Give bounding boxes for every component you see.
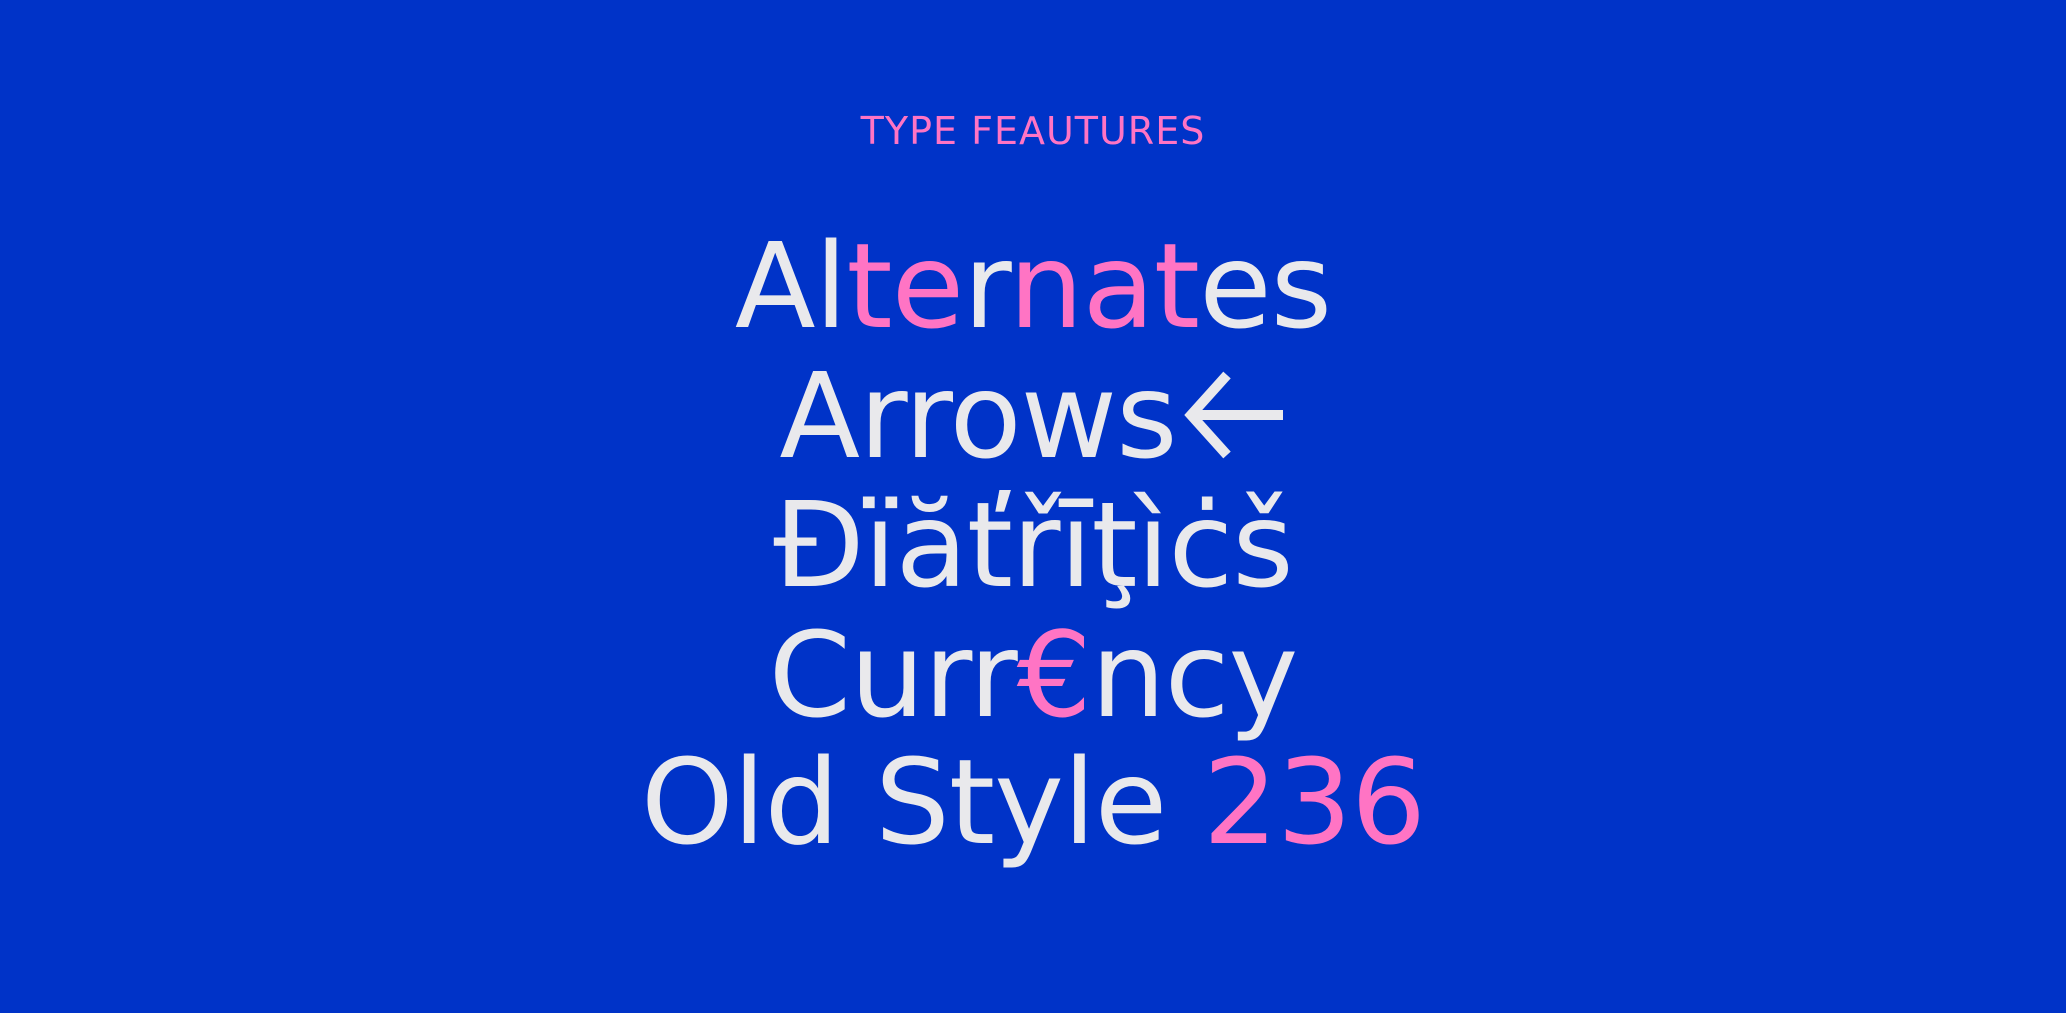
specimen-line-old-style: Old Style 236 (0, 738, 2066, 866)
old-style-numerals: 236 (1202, 733, 1426, 871)
old-style-words: Old Style (640, 733, 1203, 871)
alternates-segment-5-highlight: at (1082, 217, 1200, 355)
type-features-slide: TYPE FEAUTURES Alternates Arrows Đïăťřīţ… (0, 0, 2066, 1013)
alternates-segment-2-highlight: te (846, 217, 964, 355)
euro-sign-highlight: € (1016, 606, 1092, 744)
currency-segment-1: Curr (768, 606, 1018, 744)
alternates-segment-6: es (1199, 217, 1332, 355)
specimen-line-diacritics: Đïăťřīţìċš (0, 481, 2066, 609)
alternates-segment-1: Al (734, 217, 848, 355)
specimen-line-alternates: Alternates (0, 222, 2066, 350)
arrows-word: Arrows (779, 347, 1177, 485)
alternates-segment-3: r (963, 217, 1009, 355)
left-arrow-icon (1183, 371, 1283, 459)
specimen-line-currency: Curr€ncy (0, 611, 2066, 739)
alternates-segment-4-highlight: n (1008, 217, 1084, 355)
diacritics-word: Đïăťřīţìċš (773, 476, 1294, 614)
currency-segment-3: ncy (1090, 606, 1298, 744)
specimen-line-arrows: Arrows (0, 352, 2066, 480)
section-kicker: TYPE FEAUTURES (860, 109, 1206, 153)
